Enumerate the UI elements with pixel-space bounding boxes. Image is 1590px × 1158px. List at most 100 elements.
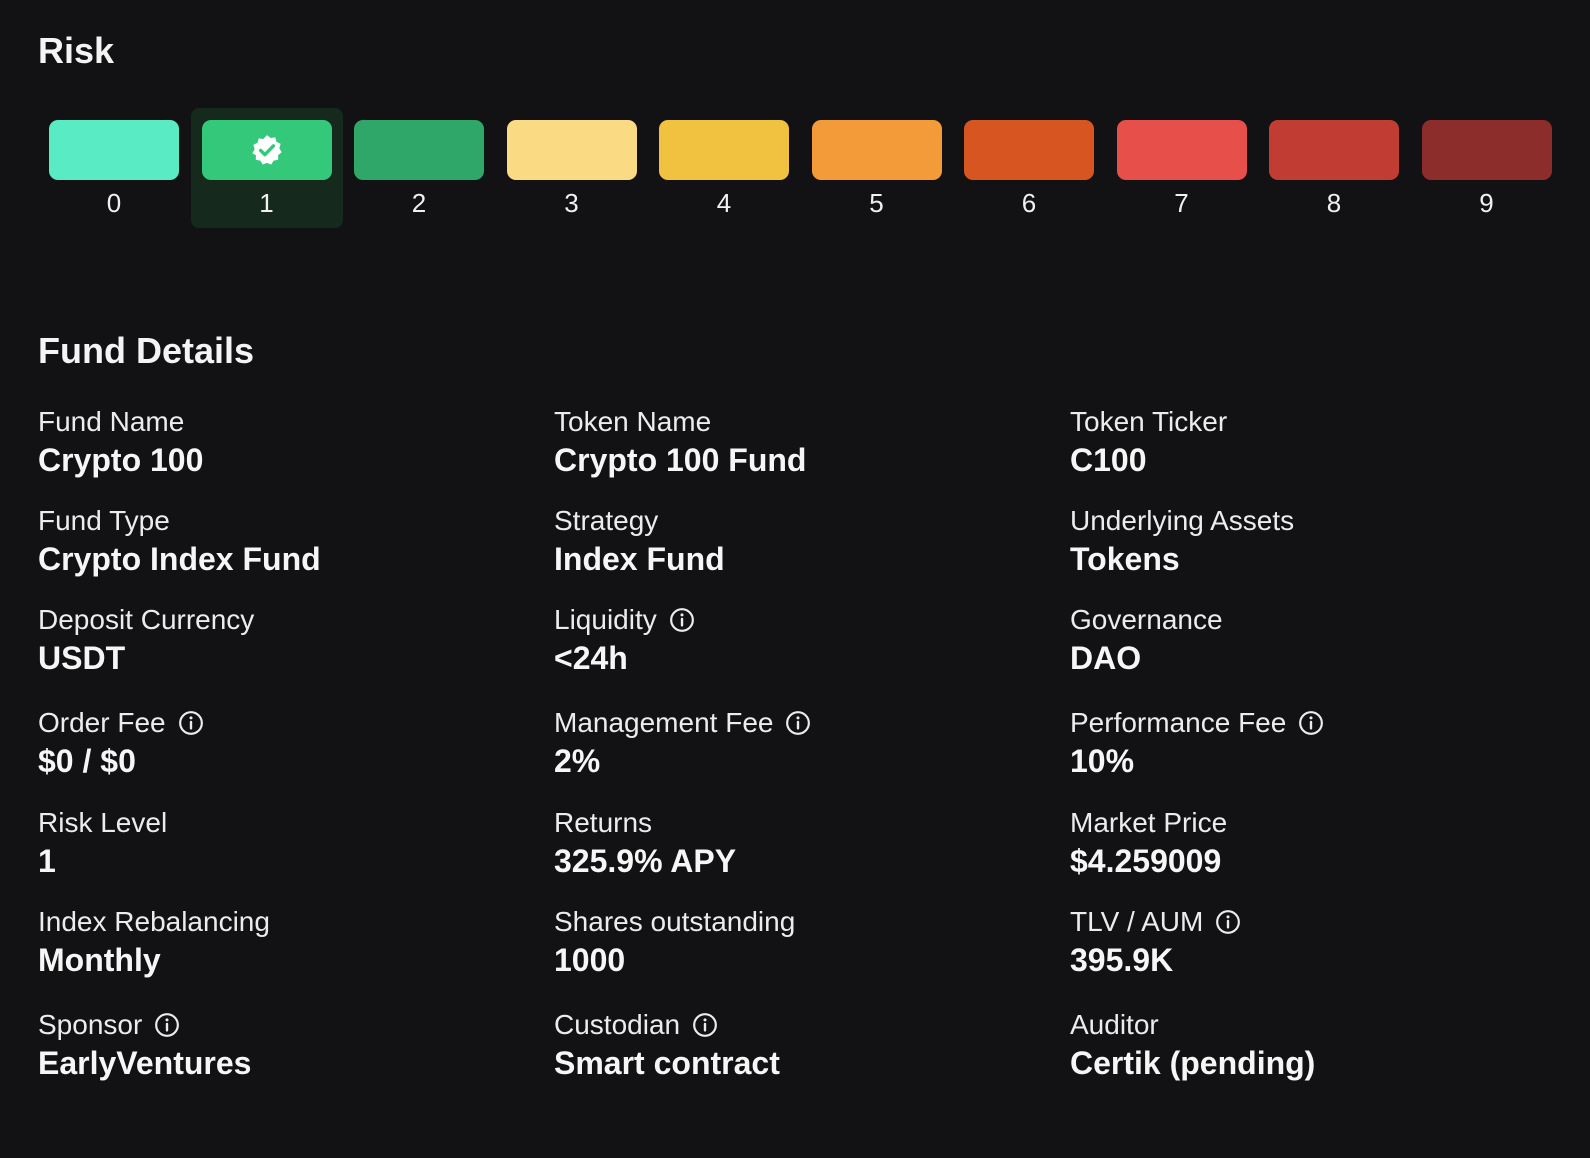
risk-level-label: 7	[1174, 188, 1189, 218]
field-token-name: Token Name Crypto 100 Fund	[554, 404, 1054, 480]
index-rebalancing-label: Index Rebalancing	[38, 906, 270, 937]
underlying-assets-label: Underlying Assets	[1070, 505, 1295, 536]
token-ticker-label: Token Ticker	[1070, 406, 1228, 437]
performance-fee-value: 10%	[1070, 743, 1135, 779]
performance-fee-label: Performance Fee	[1070, 707, 1287, 738]
fund-details-grid: Fund Name Crypto 100 Token Name Crypto 100 …	[38, 404, 1578, 1124]
risk-swatch	[1116, 120, 1247, 180]
risk-level-5[interactable]: 5	[801, 108, 953, 228]
field-shares-outstanding: Shares outstanding 1000	[554, 904, 1054, 980]
deposit-currency-value: USDT	[38, 640, 126, 676]
risk-level-value: 1	[38, 843, 56, 879]
info-circle-icon[interactable]	[154, 1012, 180, 1038]
field-label-row: Order Fee	[38, 705, 538, 741]
tlv-aum-value: 395.9K	[1070, 942, 1174, 978]
risk-level-label: 3	[564, 188, 579, 218]
risk-section-title: Risk	[38, 30, 115, 71]
field-governance: Governance DAO	[1070, 602, 1570, 678]
verified-check-icon	[251, 135, 282, 165]
custodian-value: Smart contract	[554, 1045, 780, 1081]
underlying-assets-value: Tokens	[1070, 541, 1180, 577]
index-rebalancing-value: Monthly	[38, 942, 161, 978]
risk-level-label: Risk Level	[38, 807, 168, 838]
liquidity-value: <24h	[554, 640, 628, 676]
field-label-row: Token Name	[554, 404, 1054, 440]
info-circle-icon[interactable]	[692, 1012, 718, 1038]
risk-swatch	[964, 120, 1094, 180]
field-label-row: Index Rebalancing	[38, 904, 538, 940]
returns-value: 325.9% APY	[554, 843, 737, 879]
field-order-fee: Order Fee $0 / $0	[38, 705, 538, 781]
risk-scale: 0 1 2 3 4 5 6 7 8 9	[38, 108, 1560, 230]
field-label-row: Custodian	[554, 1007, 1054, 1043]
governance-value: DAO	[1070, 640, 1142, 676]
risk-swatch	[1421, 120, 1552, 180]
risk-swatch	[506, 120, 637, 180]
field-label-row: Sponsor	[38, 1007, 538, 1043]
field-token-ticker: Token Ticker C100	[1070, 404, 1570, 480]
shares-outstanding-value: 1000	[554, 942, 626, 978]
returns-label: Returns	[554, 807, 653, 838]
field-label-row: Underlying Assets	[1070, 503, 1570, 539]
info-circle-icon[interactable]	[1215, 909, 1241, 935]
risk-level-label: 0	[106, 188, 122, 218]
field-label-row: Returns	[554, 805, 1054, 841]
risk-swatch	[659, 120, 789, 180]
field-label-row: Liquidity	[554, 602, 1054, 638]
field-fund-type: Fund Type Crypto Index Fund	[38, 503, 538, 579]
token-name-value: Crypto 100 Fund	[554, 442, 807, 478]
risk-level-label: 1	[259, 188, 274, 218]
info-circle-icon[interactable]	[178, 710, 204, 736]
field-custodian: Custodian Smart contract	[554, 1007, 1054, 1083]
info-circle-icon[interactable]	[669, 607, 695, 633]
field-tlv-aum: TLV / AUM 395.9K	[1070, 904, 1570, 980]
risk-level-9[interactable]: 9	[1411, 108, 1563, 228]
risk-level-4[interactable]: 4	[648, 108, 800, 228]
market-price-label: Market Price	[1070, 807, 1228, 838]
info-circle-icon[interactable]	[1298, 710, 1324, 736]
field-label-row: Market Price	[1070, 805, 1570, 841]
field-label-row: Fund Type	[38, 503, 538, 539]
risk-level-3[interactable]: 3	[496, 108, 648, 228]
field-label-row: Deposit Currency	[38, 602, 538, 638]
fund-name-label: Fund Name	[38, 406, 185, 437]
field-strategy: Strategy Index Fund	[554, 503, 1054, 579]
token-ticker-value: C100	[1070, 442, 1147, 478]
field-label-row: Governance	[1070, 602, 1570, 638]
risk-swatch	[1269, 120, 1399, 180]
tlv-aum-label: TLV / AUM	[1070, 906, 1204, 937]
field-index-rebalancing: Index Rebalancing Monthly	[38, 904, 538, 980]
field-liquidity: Liquidity <24h	[554, 602, 1054, 678]
field-sponsor: Sponsor EarlyVentures	[38, 1007, 538, 1083]
strategy-value: Index Fund	[554, 541, 725, 577]
market-price-value: $4.259009	[1070, 843, 1222, 879]
risk-level-8[interactable]: 8	[1258, 108, 1410, 228]
field-label-row: Token Ticker	[1070, 404, 1570, 440]
fund-type-value: Crypto Index Fund	[38, 541, 321, 577]
risk-level-6[interactable]: 6	[953, 108, 1105, 228]
field-label-row: Strategy	[554, 503, 1054, 539]
field-fund-name: Fund Name Crypto 100	[38, 404, 538, 480]
risk-level-7[interactable]: 7	[1106, 108, 1258, 228]
field-risk-level: Risk Level 1	[38, 805, 538, 881]
auditor-value: Certik (pending)	[1070, 1045, 1316, 1081]
field-label-row: Risk Level	[38, 805, 538, 841]
fund-details-title: Fund Details	[38, 330, 255, 371]
sponsor-value: EarlyVentures	[38, 1045, 252, 1081]
risk-level-label: 5	[869, 188, 884, 218]
risk-level-1[interactable]: 1	[190, 108, 343, 228]
risk-level-label: 9	[1479, 188, 1494, 218]
field-label-row: Fund Name	[38, 404, 538, 440]
field-label-row: TLV / AUM	[1070, 904, 1570, 940]
risk-swatch	[49, 120, 179, 180]
risk-swatch	[811, 120, 942, 180]
custodian-label: Custodian	[554, 1009, 681, 1040]
risk-level-2[interactable]: 2	[343, 108, 495, 228]
fund-name-value: Crypto 100	[38, 442, 204, 478]
risk-level-0[interactable]: 0	[38, 108, 190, 228]
field-deposit-currency: Deposit Currency USDT	[38, 602, 538, 678]
field-market-price: Market Price $4.259009	[1070, 805, 1570, 881]
info-circle-icon[interactable]	[785, 710, 811, 736]
management-fee-value: 2%	[554, 743, 601, 779]
management-fee-label: Management Fee	[554, 707, 774, 738]
